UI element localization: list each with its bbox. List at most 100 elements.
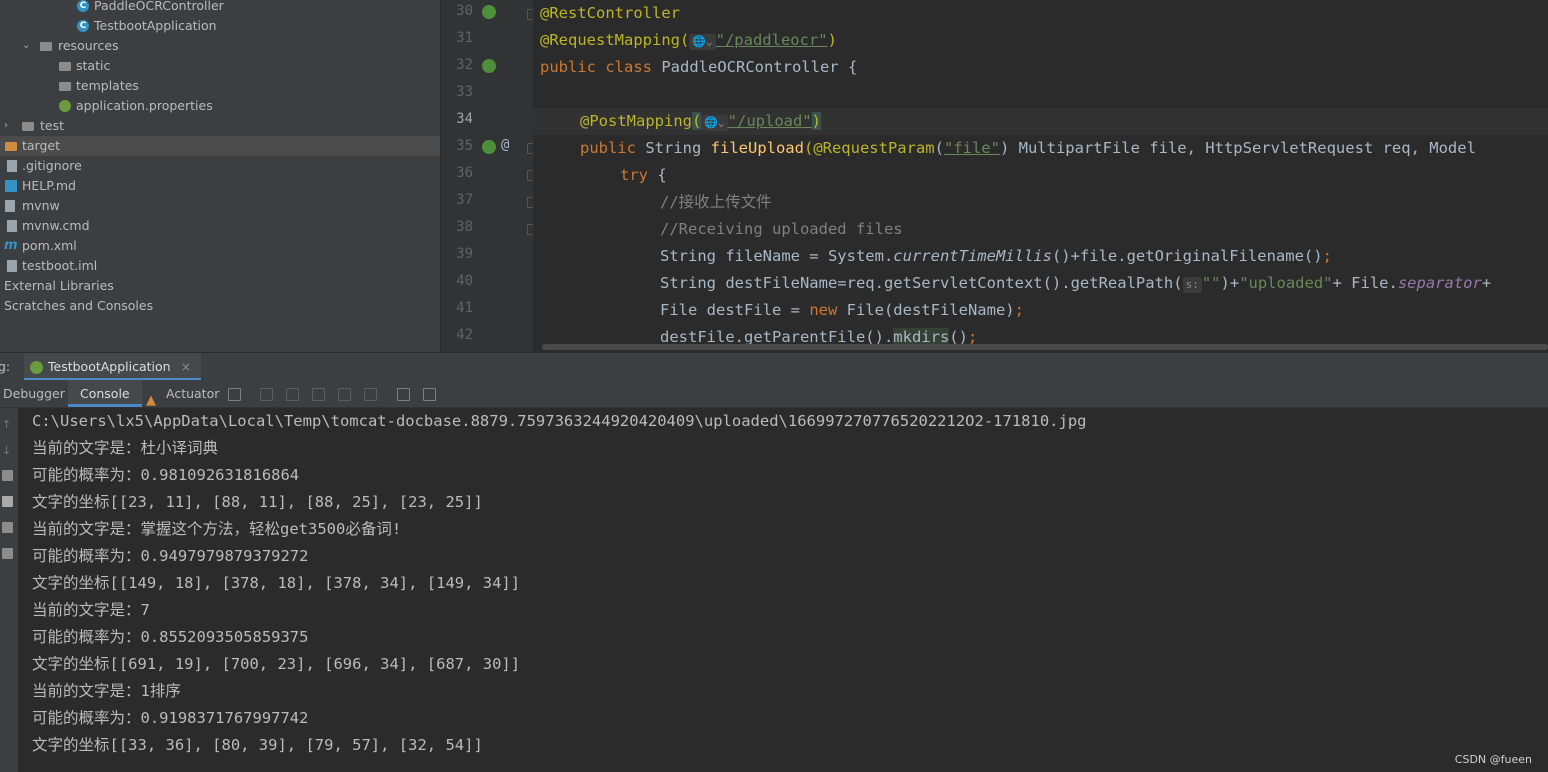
scroll-to-end-icon[interactable]: [2, 496, 13, 507]
tab-actuator[interactable]: ▲ Actuator: [146, 380, 219, 408]
spring-endpoint-icon[interactable]: [482, 140, 496, 154]
tree-item-scratches-and-consoles[interactable]: Scratches and Consoles: [0, 296, 440, 316]
run-label: g:: [0, 359, 11, 374]
console-line: C:\Users\lx5\AppData\Local\Temp\tomcat-d…: [32, 412, 1087, 430]
code-line-40: String destFileName=req.getServletContex…: [660, 274, 1492, 293]
script-icon: [5, 200, 15, 212]
line-number: 31: [456, 30, 473, 46]
clear-all-icon[interactable]: [2, 548, 13, 559]
maven-icon: m: [4, 238, 18, 253]
up-arrow-icon[interactable]: ↑: [2, 418, 13, 431]
line-number: 40: [456, 273, 473, 289]
run-to-cursor-icon[interactable]: [364, 388, 377, 401]
code-line-37: //接收上传文件: [660, 193, 772, 211]
console-line: 可能的概率为：0.9497979879379272: [32, 547, 309, 565]
tree-item-static[interactable]: static: [0, 56, 440, 76]
tree-item-mvnw[interactable]: mvnw: [0, 196, 440, 216]
line-number: 30: [456, 3, 473, 19]
console-gutter: ↑ ↓: [0, 408, 18, 772]
tree-item-external-libraries[interactable]: External Libraries: [0, 276, 440, 296]
tree-item-help-md[interactable]: HELP.md: [0, 176, 440, 196]
line-number: 37: [456, 192, 473, 208]
line-number: 41: [456, 300, 473, 316]
console-line: 文字的坐标[[33, 36], [80, 39], [79, 57], [32,…: [32, 736, 483, 754]
console-line: 文字的坐标[[23, 11], [88, 11], [88, 25], [23,…: [32, 493, 483, 511]
tab-testbootapplication[interactable]: TestbootApplication ×: [24, 353, 202, 381]
soft-wrap-icon[interactable]: [2, 470, 13, 481]
spring-bean-icon[interactable]: [482, 59, 496, 73]
markdown-icon: [5, 180, 17, 192]
spring-bean-icon[interactable]: [482, 5, 496, 19]
folder-icon: [59, 62, 71, 71]
code-line-35: public String fileUpload(@RequestParam("…: [580, 139, 1476, 157]
step-over-icon[interactable]: [260, 388, 273, 401]
tree-item-testboot-iml[interactable]: testboot.iml: [0, 256, 440, 276]
tree-item-testbootapplication[interactable]: C TestbootApplication: [0, 16, 440, 36]
at-sign-icon[interactable]: @: [501, 137, 509, 153]
spring-properties-icon: [59, 100, 71, 112]
line-number: 33: [456, 84, 473, 100]
tree-item-pom-xml[interactable]: m pom.xml: [0, 236, 440, 256]
tree-item-mvnw-cmd[interactable]: mvnw.cmd: [0, 216, 440, 236]
code-line-34: @PostMapping(🌐⌄ "/upload"): [533, 108, 1548, 135]
chevron-right-icon[interactable]: ›: [4, 116, 8, 136]
code-line-36: try {: [620, 166, 667, 184]
menu-icon[interactable]: [228, 388, 241, 401]
console-line: 当前的文字是：1排序: [32, 682, 181, 700]
close-icon[interactable]: ×: [181, 359, 191, 374]
tree-item-target[interactable]: target: [0, 136, 440, 156]
console-line: 文字的坐标[[149, 18], [378, 18], [378, 34], […: [32, 574, 521, 592]
code-line-38: //Receiving uploaded files: [660, 220, 903, 238]
tab-console[interactable]: Console: [68, 380, 142, 407]
run-window-header: g: TestbootApplication ×: [0, 352, 1548, 381]
console-line: 当前的文字是：7: [32, 601, 150, 619]
code-line-31: @RequestMapping(🌐⌄ "/paddleocr"): [540, 31, 837, 50]
file-icon: [7, 260, 17, 272]
tree-item-test[interactable]: › test: [0, 116, 440, 136]
globe-icon[interactable]: 🌐⌄: [689, 34, 716, 50]
tree-item-gitignore[interactable]: .gitignore: [0, 156, 440, 176]
folder-icon: [59, 82, 71, 91]
line-number: 36: [456, 165, 473, 181]
console-line: 文字的坐标[[691, 19], [700, 23], [696, 34], […: [32, 655, 521, 673]
tree-item-application-properties[interactable]: application.properties: [0, 96, 440, 116]
print-icon[interactable]: [2, 522, 13, 533]
line-number: 34: [456, 111, 473, 127]
trace-icon[interactable]: [423, 388, 436, 401]
line-number: 38: [456, 219, 473, 235]
console-output[interactable]: C:\Users\lx5\AppData\Local\Temp\tomcat-d…: [18, 408, 1548, 772]
code-editor[interactable]: @RestController @RequestMapping(🌐⌄ "/padd…: [533, 0, 1548, 352]
chevron-down-icon[interactable]: ⌄: [22, 36, 30, 56]
code-line-41: File destFile = new File(destFileName);: [660, 301, 1024, 319]
step-into-icon[interactable]: [286, 388, 299, 401]
code-line-39: String fileName = System.currentTimeMill…: [660, 247, 1332, 265]
tree-item-resources[interactable]: ⌄ resources: [0, 36, 440, 56]
line-number: 42: [456, 327, 473, 343]
step-out-icon[interactable]: [338, 388, 351, 401]
resources-folder-icon: [40, 42, 52, 51]
line-number: 35: [456, 138, 473, 154]
console-line: 可能的概率为：0.981092631816864: [32, 466, 300, 484]
folder-icon: [22, 122, 34, 131]
java-class-icon: C: [77, 0, 89, 12]
spring-boot-icon: [30, 361, 43, 374]
down-arrow-icon[interactable]: ↓: [2, 444, 13, 457]
force-step-into-icon[interactable]: [312, 388, 325, 401]
code-line-30: @RestController: [540, 4, 680, 22]
line-number: 32: [456, 57, 473, 73]
globe-icon[interactable]: 🌐⌄: [701, 115, 728, 131]
horizontal-scrollbar[interactable]: [542, 344, 1548, 350]
tree-item-paddleocrcontroller[interactable]: C PaddleOCRController: [0, 0, 440, 16]
line-number: 39: [456, 246, 473, 262]
tab-debugger[interactable]: Debugger: [3, 380, 73, 407]
console-line: 可能的概率为：0.8552093505859375: [32, 628, 309, 646]
excluded-folder-icon: [5, 142, 17, 151]
evaluate-icon[interactable]: [397, 388, 410, 401]
code-line-32: public class PaddleOCRController {: [540, 58, 858, 76]
parameter-hint: s:: [1182, 277, 1202, 293]
editor-gutter: 30 31 32 33 34 35 36 37 38 39 40 41 42 @: [441, 0, 537, 352]
console-line: 当前的文字是：掌握这个方法，轻松get3500必备词!: [32, 520, 402, 538]
tree-item-templates[interactable]: templates: [0, 76, 440, 96]
file-icon: [7, 220, 17, 232]
